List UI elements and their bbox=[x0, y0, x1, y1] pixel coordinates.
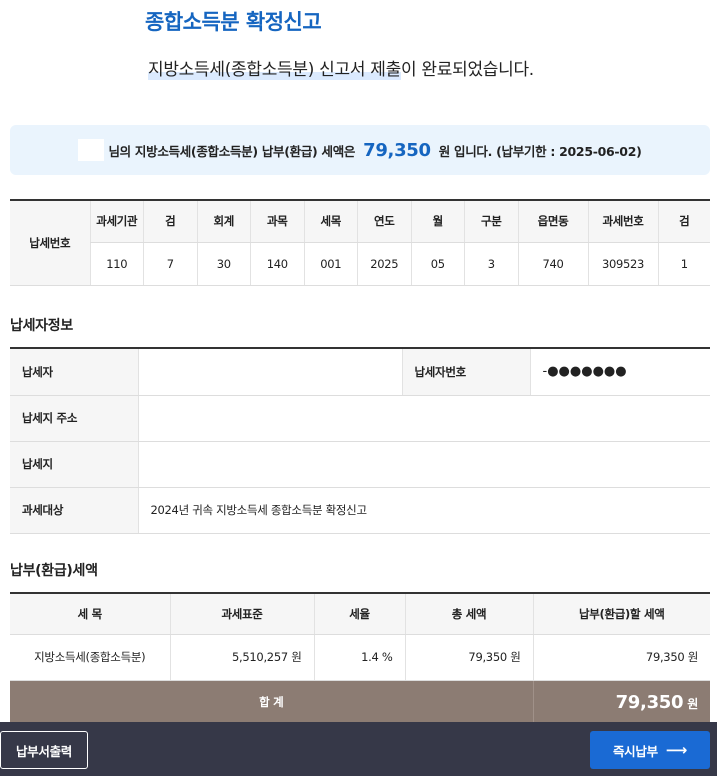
header-cell: 연도 bbox=[357, 201, 411, 243]
tax-item-cell: 지방소득세(종합소득분) bbox=[10, 634, 170, 681]
taxpayer-info-title: 납세자정보 bbox=[10, 318, 73, 334]
header-cell: 세 목 bbox=[10, 594, 170, 635]
value-cell: 309523 bbox=[587, 242, 658, 286]
value-cell: 001 bbox=[303, 242, 358, 286]
info-row: 과세대상 2024년 귀속 지방소득세 종합소득분 확정신고 bbox=[10, 487, 710, 534]
total-unit: 원 bbox=[687, 696, 698, 711]
pay-now-label: 즉시납부 bbox=[612, 743, 658, 759]
value-cell: 2025 bbox=[357, 242, 411, 286]
taxpayer-no-label: 납세자번호 bbox=[401, 349, 531, 396]
header-cell: 회계 bbox=[196, 201, 251, 243]
arrow-right-icon: ⟶ bbox=[665, 741, 688, 759]
header-cell: 총 세액 bbox=[404, 594, 533, 635]
tax-base-cell: 5,510,257 원 bbox=[169, 634, 314, 681]
header-cell: 구분 bbox=[464, 201, 518, 243]
summary-suffix: 원 입니다. (납부기한 : 2025-06-02) bbox=[438, 143, 642, 159]
total-value: 79,350 bbox=[615, 691, 684, 713]
taxpayer-label: 납세자 bbox=[10, 349, 139, 396]
value-cell: 140 bbox=[250, 242, 304, 286]
tax-amount-title: 납부(환급)세액 bbox=[10, 563, 98, 579]
taxpayer-value bbox=[138, 349, 402, 396]
taxpayer-name-masked bbox=[78, 139, 105, 161]
total-value-cell: 79,350 원 bbox=[532, 680, 710, 725]
tax-number-label: 납세번호 bbox=[10, 201, 90, 286]
value-cell: 1 bbox=[657, 242, 710, 286]
value-cell: 7 bbox=[143, 242, 197, 286]
page-title: 종합소득분 확정신고 bbox=[145, 10, 322, 34]
completion-message-tail: 이 완료되었습니다. bbox=[400, 60, 534, 80]
info-row: 납세지 bbox=[10, 441, 710, 488]
address-label: 납세지 주소 bbox=[10, 395, 139, 442]
tax-amount-table: 세 목 과세표준 세율 총 세액 납부(환급)할 세액 지방소득세(종합소득분)… bbox=[10, 592, 710, 725]
pay-now-button[interactable]: 즉시납부 ⟶ bbox=[590, 731, 710, 769]
info-row: 납세자 납세자번호 -●●●●●●● bbox=[10, 349, 710, 396]
tax-number-value-row: 110 7 30 140 001 2025 05 3 740 309523 1 bbox=[10, 242, 710, 286]
header-cell: 과세기관 bbox=[89, 201, 144, 243]
summary-prefix: 님의 지방소득세(종합소득분) 납부(환급) 세액은 bbox=[108, 143, 356, 159]
tax-target-label: 과세대상 bbox=[10, 487, 139, 534]
total-row: 합 계 79,350 원 bbox=[10, 680, 710, 725]
print-bill-button[interactable]: 납부서출력 bbox=[0, 731, 88, 769]
page: 종합소득분 확정신고 지방소득세(종합소득분) 신고서 제출이 완료되었습니다.… bbox=[0, 0, 717, 776]
table-row: 지방소득세(종합소득분) 5,510,257 원 1.4 % 79,350 원 … bbox=[10, 634, 710, 681]
header-cell: 검 bbox=[143, 201, 197, 243]
payable-tax-cell: 79,350 원 bbox=[532, 634, 710, 681]
header-cell: 과세번호 bbox=[587, 201, 658, 243]
tax-number-table: 납세번호 과세기관 검 회계 과목 세목 연도 월 구분 읍면동 과세번호 검 … bbox=[10, 199, 710, 286]
completion-message-main: 지방소득세(종합소득분) 신고서 제출 bbox=[148, 60, 401, 80]
address-value bbox=[138, 395, 710, 442]
completion-message: 지방소득세(종합소득분) 신고서 제출이 완료되었습니다. bbox=[148, 55, 534, 80]
summary-amount: 79,350 bbox=[363, 139, 431, 161]
taxpayer-info-table: 납세자 납세자번호 -●●●●●●● 납세지 주소 납세지 과세대상 2024년… bbox=[10, 347, 710, 534]
header-cell: 읍면동 bbox=[517, 201, 588, 243]
header-cell: 과세표준 bbox=[169, 594, 314, 635]
total-label: 합 계 bbox=[10, 680, 533, 725]
header-cell: 납부(환급)할 세액 bbox=[532, 594, 710, 635]
location-value bbox=[138, 441, 710, 488]
taxpayer-no-value: -●●●●●●● bbox=[530, 349, 710, 396]
print-bill-label: 납부서출력 bbox=[15, 743, 72, 759]
tax-target-value: 2024년 귀속 지방소득세 종합소득분 확정신고 bbox=[138, 487, 710, 534]
header-cell: 세목 bbox=[303, 201, 358, 243]
header-cell: 검 bbox=[657, 201, 710, 243]
location-label: 납세지 bbox=[10, 441, 139, 488]
tax-rate-cell: 1.4 % bbox=[313, 634, 405, 681]
tax-number-header-row: 납세번호 과세기관 검 회계 과목 세목 연도 월 구분 읍면동 과세번호 검 bbox=[10, 201, 710, 286]
value-cell: 3 bbox=[464, 242, 518, 286]
value-cell: 110 bbox=[89, 242, 144, 286]
total-tax-cell: 79,350 원 bbox=[404, 634, 533, 681]
value-cell: 30 bbox=[196, 242, 251, 286]
header-cell: 월 bbox=[410, 201, 465, 243]
bottom-action-bar: 납부서출력 즉시납부 ⟶ bbox=[0, 722, 717, 776]
tax-amount-header-row: 세 목 과세표준 세율 총 세액 납부(환급)할 세액 bbox=[10, 594, 710, 635]
value-cell: 740 bbox=[517, 242, 588, 286]
tax-summary-box: 님의 지방소득세(종합소득분) 납부(환급) 세액은 79,350 원 입니다.… bbox=[10, 125, 710, 175]
header-cell: 과목 bbox=[250, 201, 304, 243]
header-cell: 세율 bbox=[313, 594, 405, 635]
info-row: 납세지 주소 bbox=[10, 395, 710, 442]
value-cell: 05 bbox=[410, 242, 465, 286]
